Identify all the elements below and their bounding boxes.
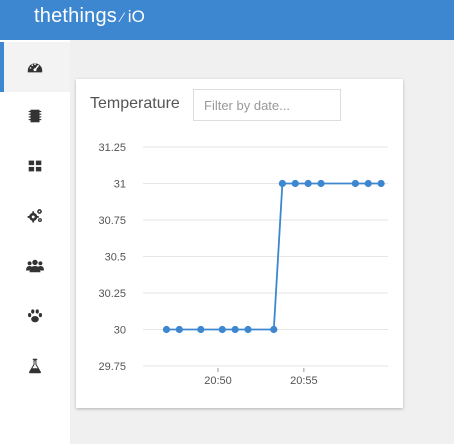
y-tick-label: 30 bbox=[114, 325, 126, 337]
y-tick-label: 31 bbox=[114, 179, 126, 191]
y-tick-label: 31.25 bbox=[98, 142, 126, 154]
data-point bbox=[175, 325, 183, 334]
sidebar bbox=[0, 40, 70, 444]
data-point bbox=[162, 325, 171, 334]
flask-icon bbox=[29, 358, 41, 374]
sidebar-item-lab[interactable] bbox=[0, 341, 70, 391]
data-point bbox=[351, 179, 359, 188]
y-tick-label: 30.5 bbox=[105, 252, 126, 264]
x-tick-label: 20:55 bbox=[290, 375, 318, 387]
data-point bbox=[218, 325, 226, 334]
y-tick-label: 30.75 bbox=[98, 215, 126, 227]
data-point bbox=[317, 179, 325, 188]
sidebar-item-settings[interactable] bbox=[0, 191, 70, 241]
logo-slash: ⁄ bbox=[116, 9, 128, 25]
data-point bbox=[270, 325, 278, 334]
data-point bbox=[197, 325, 205, 334]
logo-text: thethings bbox=[34, 5, 117, 27]
grid-icon bbox=[28, 160, 42, 172]
sidebar-item-widgets[interactable] bbox=[0, 141, 70, 191]
data-point bbox=[364, 179, 372, 188]
temperature-widget: Temperature 31.253130.7530.530.253029.75… bbox=[76, 79, 403, 408]
chip-icon bbox=[28, 109, 42, 123]
paw-icon bbox=[27, 309, 43, 323]
temperature-chart: 31.25 31 30.75 30.5 30.25 30 29.75 20:50 20:55 bbox=[98, 142, 388, 387]
y-tick-label: 29.75 bbox=[98, 361, 126, 373]
dashboard-gauge-icon bbox=[27, 63, 43, 73]
data-point bbox=[231, 325, 239, 334]
sidebar-item-users[interactable] bbox=[0, 241, 70, 291]
sidebar-item-dashboard[interactable] bbox=[0, 42, 70, 92]
users-icon bbox=[26, 259, 44, 273]
gears-icon bbox=[27, 209, 42, 223]
x-tick-label: 20:50 bbox=[204, 375, 232, 387]
top-bar: thethings ⁄ iO bbox=[0, 0, 454, 40]
data-point bbox=[244, 325, 252, 334]
data-point bbox=[278, 179, 286, 188]
data-point bbox=[291, 179, 299, 188]
data-point bbox=[377, 179, 385, 188]
sidebar-item-devices[interactable] bbox=[0, 91, 70, 141]
brand-logo[interactable]: thethings ⁄ iO bbox=[34, 5, 145, 28]
y-tick-label: 30.25 bbox=[98, 288, 126, 300]
logo-suffix: iO bbox=[127, 7, 146, 26]
sidebar-item-pets[interactable] bbox=[0, 291, 70, 341]
data-point bbox=[304, 179, 312, 188]
